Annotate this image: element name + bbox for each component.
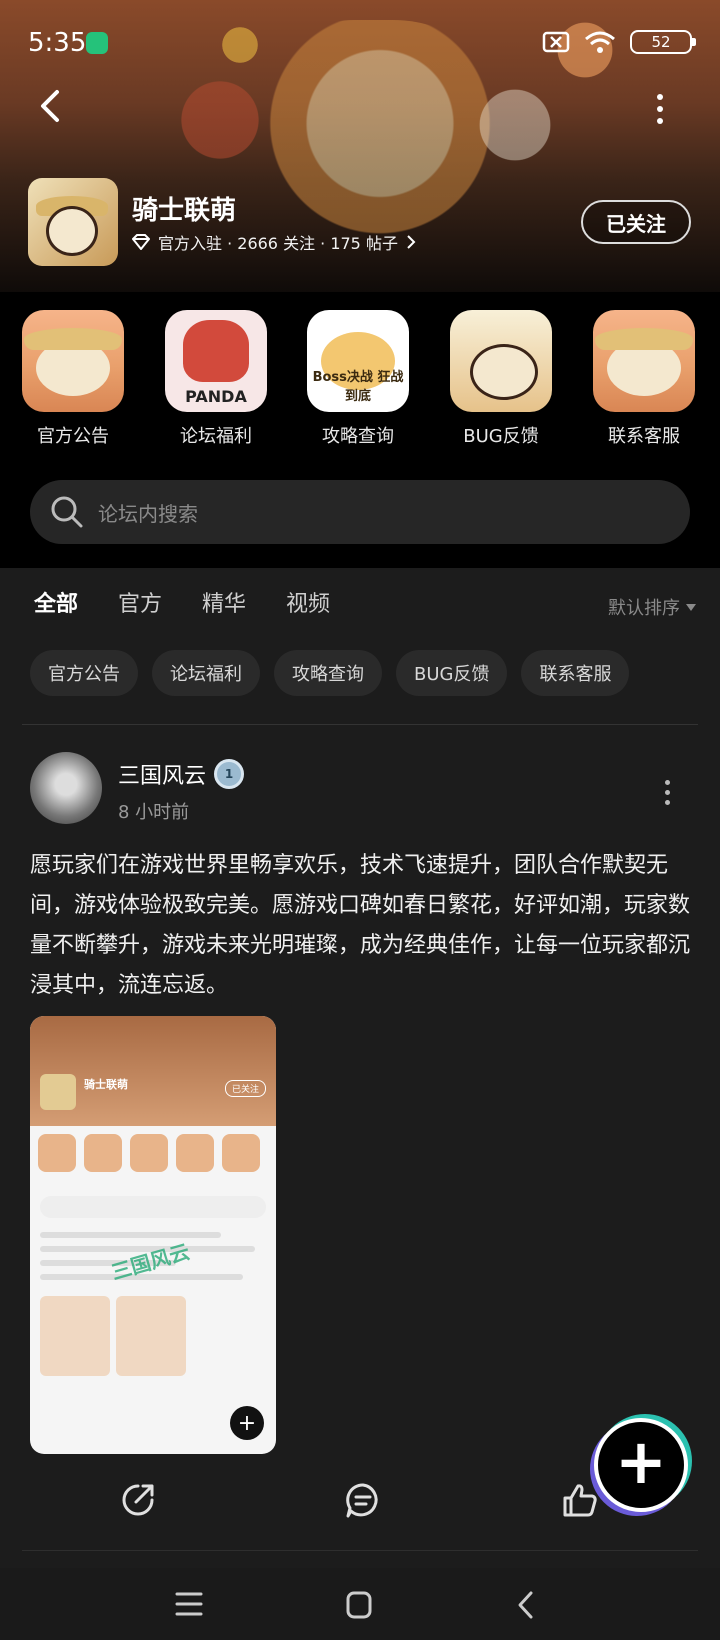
thumbs-up-icon (563, 1484, 597, 1517)
chip-customer-service[interactable]: 联系客服 (521, 650, 630, 696)
mini-follow-button: 已关注 (224, 1080, 266, 1097)
mini-category-row (30, 1126, 276, 1190)
back-button[interactable] (30, 86, 70, 126)
filter-chips: 官方公告 论坛福利 攻略查询 BUG反馈 联系客服 (30, 650, 630, 696)
app-notification-icon (86, 32, 108, 54)
follow-button[interactable]: 已关注 (581, 200, 691, 244)
sort-dropdown[interactable]: 默认排序 (608, 594, 696, 620)
plus-icon: + (615, 1425, 667, 1498)
forum-meta[interactable]: 官方入驻 · 2666 关注 · 175 帖子 (132, 230, 416, 254)
category-bug-report[interactable]: BUG反馈 (445, 310, 557, 448)
panda-dragon-icon: PANDA (165, 310, 267, 412)
tab-all[interactable]: 全部 (34, 586, 79, 620)
system-nav-bar (0, 1568, 720, 1640)
panda-sword-icon (450, 310, 552, 412)
tab-label: 视频 (286, 592, 331, 617)
status-bar: 5:35 52 (0, 0, 720, 90)
tab-featured[interactable]: 精华 (202, 586, 246, 618)
chip-official-notice[interactable]: 官方公告 (30, 650, 138, 696)
category-guide-query[interactable]: Boss决战 狂战到底 攻略查询 (302, 310, 414, 448)
home-square-icon (346, 1591, 372, 1619)
menu-nav-button[interactable] (174, 1590, 214, 1620)
forum-avatar (28, 178, 118, 266)
mini-plus-icon: + (230, 1406, 264, 1440)
sim-off-icon (542, 31, 570, 53)
back-chevron-icon (518, 1591, 533, 1619)
category-label: 论坛福利 (180, 426, 252, 447)
post-image[interactable]: 骑士联萌 已关注 三国风云 + (30, 1016, 276, 1454)
chip-forum-welfare[interactable]: 论坛福利 (152, 650, 260, 696)
back-nav-button[interactable] (516, 1590, 556, 1620)
forum-name: 骑士联萌 (132, 196, 237, 226)
category-shortcuts: 官方公告 PANDA 论坛福利 Boss决战 狂战到底 攻略查询 BUG反馈 联… (0, 310, 720, 450)
panda-text: PANDA (185, 387, 247, 406)
level-badge-icon: 1 (214, 759, 245, 789)
wifi-icon (585, 31, 615, 53)
diamond-icon (132, 234, 150, 250)
chip-guide-query[interactable]: 攻略查询 (274, 650, 382, 696)
battery-level: 52 (651, 33, 671, 51)
panda-knight-icon (22, 310, 124, 412)
category-label: 攻略查询 (322, 426, 394, 447)
more-options-button[interactable] (654, 94, 666, 124)
forum-stats: 官方入驻 · 2666 关注 · 175 帖子 (158, 234, 398, 253)
tab-video[interactable]: 视频 (286, 586, 330, 618)
chevron-right-icon (407, 235, 416, 249)
chevron-left-icon (41, 90, 59, 122)
panda-knight-icon (593, 310, 695, 412)
divider (22, 1550, 698, 1551)
create-post-button[interactable]: + (594, 1418, 688, 1512)
tab-label: 官方 (118, 592, 163, 617)
chip-bug-report[interactable]: BUG反馈 (396, 650, 508, 696)
tab-label: 全部 (34, 592, 79, 617)
category-label: BUG反馈 (463, 426, 539, 447)
tab-label: 精华 (202, 592, 247, 617)
category-customer-service[interactable]: 联系客服 (588, 310, 700, 448)
menu-icon (175, 1592, 203, 1616)
home-nav-button[interactable] (344, 1590, 384, 1620)
battery-indicator: 52 (630, 30, 696, 54)
like-button[interactable] (560, 1480, 600, 1520)
boss-text: Boss决战 狂战到底 (312, 370, 404, 404)
post-content[interactable]: 愿玩家们在游戏世界里畅享欢乐，技术飞速提升，团队合作默契无间，游戏体验极致完美。… (30, 846, 694, 1006)
post-author-name: 三国风云 (118, 764, 207, 789)
category-official-notice[interactable]: 官方公告 (17, 310, 129, 448)
comment-button[interactable] (343, 1480, 383, 1520)
search-input[interactable]: 论坛内搜索 (30, 480, 690, 544)
post-author-avatar[interactable] (30, 752, 102, 824)
mini-images (30, 1296, 276, 1376)
category-label: 联系客服 (608, 426, 680, 447)
mini-forum-name: 骑士联萌 (84, 1078, 128, 1091)
divider (22, 724, 698, 725)
share-button[interactable] (118, 1480, 158, 1520)
share-icon (122, 1484, 154, 1516)
mini-search (40, 1196, 266, 1218)
mini-header: 骑士联萌 已关注 (30, 1016, 276, 1126)
post-author[interactable]: 三国风云 1 (118, 758, 245, 790)
comment-icon (346, 1483, 378, 1518)
sort-label: 默认排序 (608, 598, 680, 619)
search-icon (51, 496, 83, 528)
status-time: 5:35 (28, 28, 87, 58)
mini-avatar (40, 1074, 76, 1110)
tab-official[interactable]: 官方 (118, 586, 162, 618)
category-forum-welfare[interactable]: PANDA 论坛福利 (160, 310, 272, 448)
post-more-button[interactable] (662, 780, 672, 805)
search-placeholder: 论坛内搜索 (98, 501, 198, 526)
post-time: 8 小时前 (118, 802, 190, 823)
category-label: 官方公告 (37, 426, 109, 447)
caret-down-icon (686, 603, 696, 611)
boss-panda-icon: Boss决战 狂战到底 (307, 310, 409, 412)
